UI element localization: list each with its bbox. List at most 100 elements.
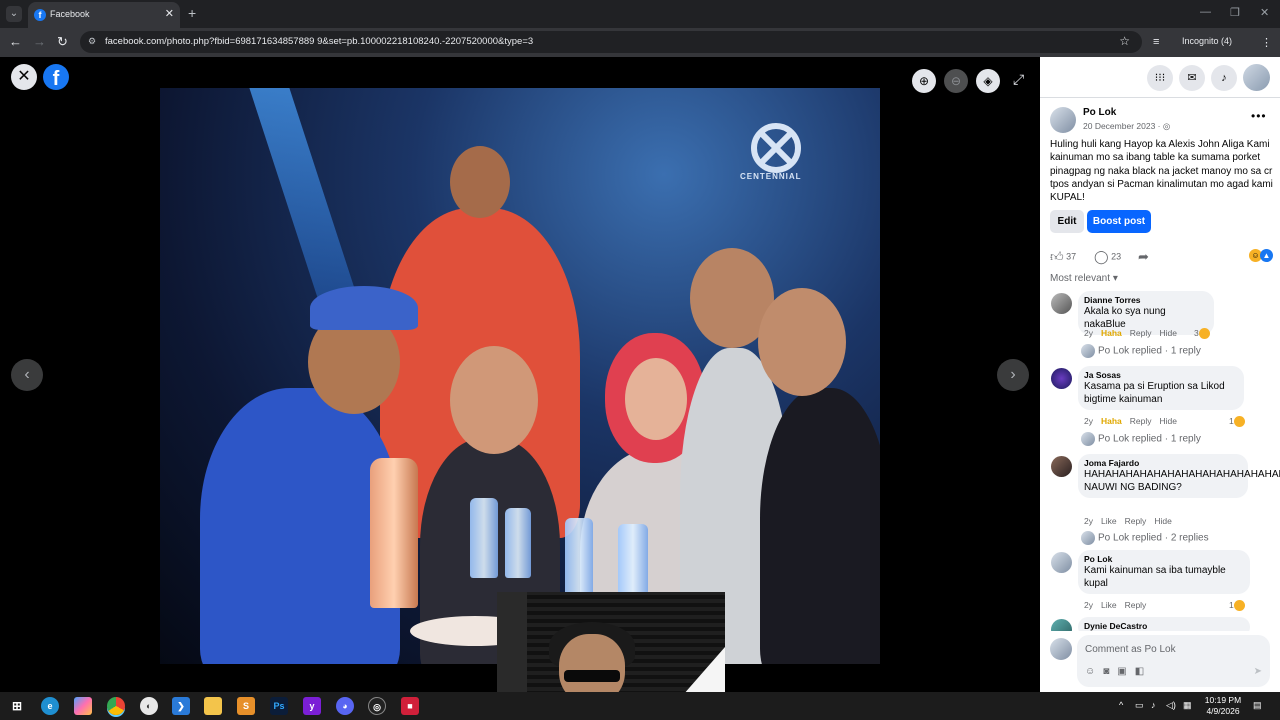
replies-link[interactable]: Po Lok replied · 1 reply [1081, 432, 1201, 446]
discord-icon[interactable]: ◕ [336, 697, 354, 715]
fullscreen-icon[interactable]: ⤢ [1013, 71, 1024, 88]
bookmark-star-icon[interactable]: ☆ [1119, 34, 1130, 48]
notification-icon[interactable]: ▤ [1253, 700, 1262, 711]
comment-reaction-count[interactable]: 1 [1229, 600, 1245, 612]
back-icon[interactable]: ← [9, 34, 22, 49]
reply-button[interactable]: Reply [1125, 516, 1147, 526]
app-icon[interactable]: ◐ [140, 697, 158, 715]
hide-button[interactable]: Hide [1160, 416, 1177, 426]
post-author-avatar[interactable] [1050, 107, 1076, 133]
sublime-icon[interactable]: S [237, 697, 255, 715]
post-author-name[interactable]: Po Lok [1083, 107, 1116, 118]
replies-link[interactable]: Po Lok replied · 1 reply [1081, 344, 1201, 358]
hide-button[interactable]: Hide [1154, 516, 1171, 526]
tab-search-list-icon[interactable]: ≡ [1153, 36, 1159, 48]
sort-comments-dropdown[interactable]: Most relevant ▾ [1050, 273, 1118, 284]
replies-text[interactable]: Po Lok replied · 1 reply [1098, 434, 1201, 445]
zoom-out-icon[interactable]: ⊖ [944, 69, 968, 93]
camera-icon[interactable]: ◙ [1103, 666, 1109, 677]
messenger-icon[interactable]: ✉ [1179, 65, 1205, 91]
commenter-avatar[interactable] [1051, 368, 1072, 389]
keyboard-icon[interactable]: ▦ [1183, 700, 1192, 711]
volume-icon[interactable]: ◁) [1166, 700, 1176, 711]
window-close-icon[interactable]: ✕ [1260, 6, 1269, 19]
comment-time[interactable]: 2y [1084, 328, 1093, 338]
address-bar[interactable]: ⚙ facebook.com/photo.php?fbid=6981716348… [80, 31, 1142, 53]
file-explorer-icon[interactable] [204, 697, 222, 715]
comment-reaction-count[interactable]: 3 [1194, 328, 1210, 340]
obs-icon[interactable]: ◎ [368, 697, 386, 715]
replies-link[interactable]: Po Lok replied · 2 replies [1081, 531, 1209, 545]
browser-tab[interactable]: f Facebook ✕ [28, 2, 180, 28]
vscode-icon[interactable]: ❯ [172, 697, 190, 715]
photoshop-icon[interactable]: Ps [270, 697, 288, 715]
close-viewer-button[interactable]: ✕ [11, 64, 37, 90]
facebook-logo-icon[interactable]: f [43, 64, 69, 90]
commenter-name[interactable]: Dianne Torres [1084, 295, 1208, 305]
comment-time[interactable]: 2y [1084, 600, 1093, 610]
edge-icon[interactable]: e [41, 697, 59, 715]
reply-button[interactable]: Reply [1125, 600, 1147, 610]
comment-reaction-count[interactable]: 1 [1229, 416, 1245, 428]
forward-icon[interactable]: → [33, 34, 46, 49]
comment-input[interactable]: Comment as Po Lok ☺ ◙ ▣ ◧ ➤ [1077, 635, 1270, 687]
gif-icon[interactable]: ▣ [1117, 666, 1126, 677]
reload-icon[interactable]: ↻ [57, 34, 68, 50]
comment-time[interactable]: 2y [1084, 416, 1093, 426]
tab-search-icon[interactable]: ⌄ [6, 6, 22, 22]
commenter-name[interactable]: Po Lok [1084, 554, 1244, 564]
notifications-bell-icon[interactable]: ♪ [1211, 65, 1237, 91]
menu-grid-icon[interactable]: ⁝⁝⁝ [1147, 65, 1173, 91]
sort-label[interactable]: Most relevant [1050, 273, 1110, 284]
previous-photo-button[interactable]: ‹ [11, 359, 43, 391]
commenter-avatar[interactable] [1051, 619, 1072, 631]
reaction-button[interactable]: Haha [1101, 328, 1122, 338]
like-button[interactable]: Like [1101, 516, 1117, 526]
incognito-indicator[interactable]: Incognito (4) [1182, 36, 1232, 46]
profile-avatar[interactable] [1243, 64, 1270, 91]
post-date-text[interactable]: 20 December 2023 · [1083, 121, 1163, 131]
commenter-avatar[interactable] [1051, 456, 1072, 477]
browser-menu-icon[interactable]: ⋮ [1261, 36, 1272, 49]
post-date[interactable]: 20 December 2023 · ◎ [1083, 121, 1170, 132]
commenter-avatar[interactable] [1051, 293, 1072, 314]
commenter-avatar[interactable] [1051, 552, 1072, 573]
hide-button[interactable]: Hide [1160, 328, 1177, 338]
replies-text[interactable]: Po Lok replied · 2 replies [1098, 533, 1209, 544]
zoom-in-icon[interactable]: ⊕ [912, 69, 936, 93]
chrome-icon[interactable] [107, 697, 125, 715]
app-red-icon[interactable]: ■ [401, 697, 419, 715]
commenter-name[interactable]: Dynie DeCastro [1084, 621, 1244, 631]
comment-placeholder[interactable]: Comment as Po Lok [1085, 644, 1176, 655]
comment-time[interactable]: 2y [1084, 516, 1093, 526]
reaction-summary[interactable]: ☺ ▲ [1249, 249, 1275, 263]
url-text[interactable]: facebook.com/photo.php?fbid=698171634857… [105, 36, 533, 47]
new-tab-icon[interactable]: + [188, 5, 196, 21]
comment-action[interactable]: ◯ 23 [1094, 249, 1121, 265]
commenter-name[interactable]: Ja Sosas [1084, 370, 1238, 380]
replies-text[interactable]: Po Lok replied · 1 reply [1098, 346, 1201, 357]
microphone-icon[interactable]: ♪ [1151, 700, 1156, 710]
commenter-name[interactable]: Joma Fajardo [1084, 458, 1242, 468]
tray-device-icon[interactable]: ▭ [1135, 700, 1144, 711]
like-action[interactable]: 👍︎ 37 [1050, 249, 1076, 265]
tab-close-icon[interactable]: ✕ [165, 7, 174, 20]
next-photo-button[interactable]: › [997, 359, 1029, 391]
site-info-icon[interactable]: ⚙ [88, 36, 100, 47]
yahoo-icon[interactable]: y [303, 697, 321, 715]
send-icon[interactable]: ➤ [1254, 666, 1262, 677]
minimize-icon[interactable]: — [1200, 6, 1211, 18]
windows-start-icon[interactable]: ⊞ [8, 697, 26, 715]
restore-icon[interactable]: ❐ [1230, 6, 1240, 19]
like-button[interactable]: Like [1101, 600, 1117, 610]
post-more-options-icon[interactable]: ••• [1251, 109, 1267, 123]
edit-button[interactable]: Edit [1050, 210, 1084, 233]
tray-chevron-icon[interactable]: ^ [1119, 700, 1123, 710]
reaction-button[interactable]: Haha [1101, 416, 1122, 426]
tag-icon[interactable]: ◈ [976, 69, 1000, 93]
taskbar-clock[interactable]: 10:19 PM 4/9/2026 [1200, 695, 1246, 717]
copilot-icon[interactable] [74, 697, 92, 715]
sticker-icon[interactable]: ◧ [1135, 666, 1144, 677]
boost-post-button[interactable]: Boost post [1087, 210, 1151, 233]
reply-button[interactable]: Reply [1130, 328, 1152, 338]
